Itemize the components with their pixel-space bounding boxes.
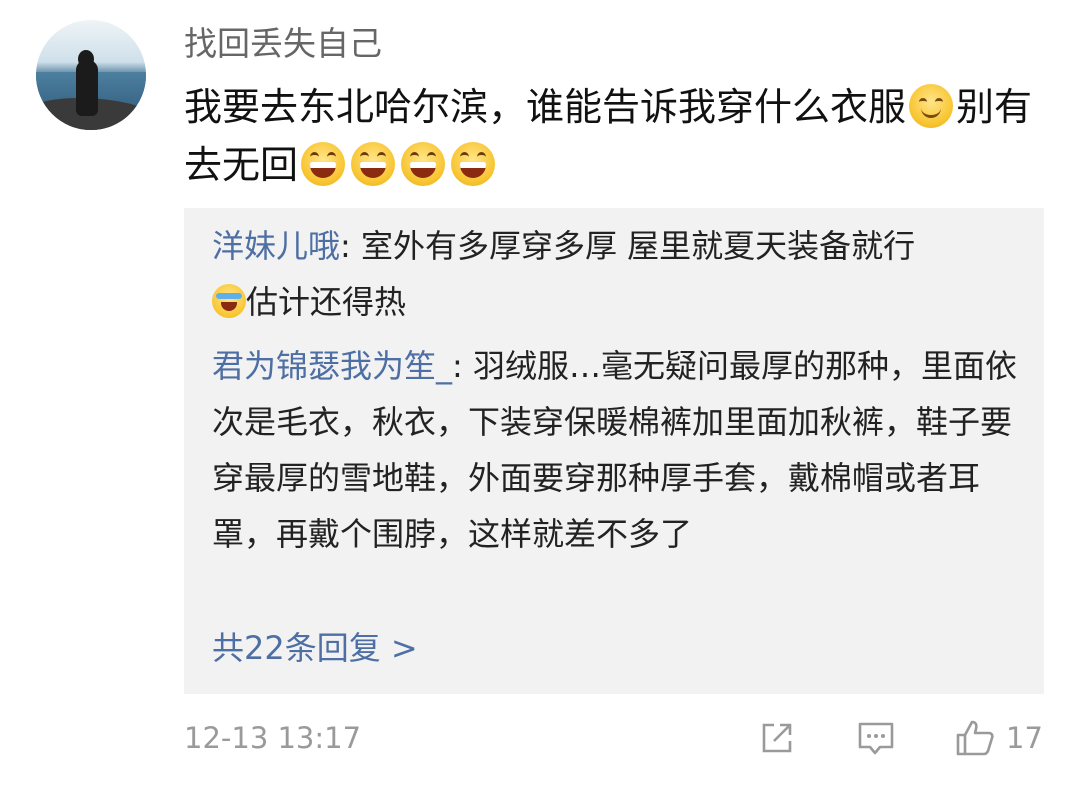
smile-emoji-icon — [909, 84, 954, 128]
comment-icon — [858, 722, 894, 755]
comment-button[interactable] — [856, 716, 896, 760]
comment-text: 我要去东北哈尔滨，谁能告诉我穿什么衣服 别有去无回 — [184, 78, 1044, 194]
like-button[interactable]: 17 — [954, 716, 1043, 760]
replies-box: 洋妹儿哦: 室外有多厚穿多厚 屋里就夏天装备就行 估计还得热 君为锦瑟我为笙_:… — [184, 208, 1044, 694]
avatar-figure — [76, 60, 98, 116]
comment-text-part1: 我要去东北哈尔滨，谁能告诉我穿什么衣服 — [184, 85, 907, 129]
reply-text: 室外有多厚穿多厚 屋里就夏天装备就行 — [360, 227, 916, 265]
reply-author[interactable]: 洋妹儿哦 — [212, 227, 340, 265]
share-icon — [762, 723, 792, 753]
avatar[interactable] — [36, 20, 146, 130]
more-replies-link[interactable]: 共22条回复 > — [212, 628, 418, 668]
grin-emoji-icon — [301, 142, 346, 186]
grin-emoji-icon — [351, 142, 396, 186]
reply-item[interactable]: 洋妹儿哦: 室外有多厚穿多厚 屋里就夏天装备就行 估计还得热 — [212, 218, 1024, 330]
timestamp: 12-13 13:17 — [184, 721, 362, 755]
reply-text-cont: 估计还得热 — [246, 283, 407, 321]
reply-author[interactable]: 君为锦瑟我为笙_ — [212, 347, 452, 385]
username[interactable]: 找回丢失自己 — [184, 24, 382, 64]
grin-emoji-icon — [451, 142, 496, 186]
grin-emoji-icon — [401, 142, 446, 186]
reply-item[interactable]: 君为锦瑟我为笙_: 羽绒服…毫无疑问最厚的那种，里面依次是毛衣，秋衣，下装穿保暖… — [212, 338, 1024, 562]
like-count: 17 — [1006, 721, 1043, 755]
reply-separator: : — [340, 227, 361, 265]
reply-separator: : — [452, 347, 473, 385]
thumbs-up-icon — [956, 720, 994, 756]
laugh-cry-emoji-icon — [212, 284, 246, 318]
share-button[interactable] — [758, 716, 796, 760]
